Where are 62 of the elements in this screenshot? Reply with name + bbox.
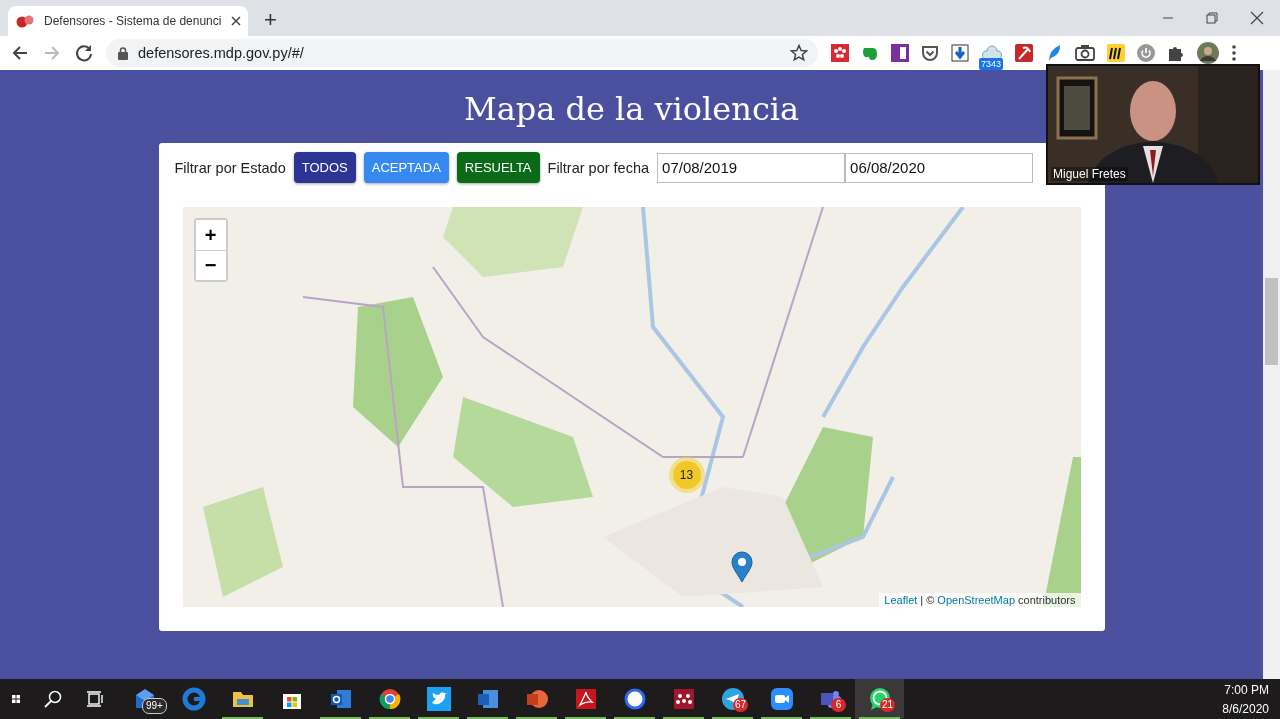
notification-badge: 67 <box>733 698 748 712</box>
attribution-text: | © <box>920 594 935 606</box>
camera-icon[interactable] <box>1075 44 1095 62</box>
filter-button[interactable]: TODOS <box>293 152 356 183</box>
close-icon[interactable] <box>1250 11 1264 25</box>
page-heading: Mapa de la violencia <box>462 90 801 130</box>
people-icon[interactable] <box>831 44 849 62</box>
map-pin-icon[interactable] <box>730 551 753 583</box>
more-icon[interactable] <box>1231 44 1237 62</box>
openstreetmap-link[interactable]: OpenStreetMap <box>937 594 1015 606</box>
notification-badge: 6 <box>831 698 846 712</box>
date-field[interactable]: 06/08/2020 <box>845 152 1034 183</box>
pocket-icon[interactable] <box>921 44 939 62</box>
address-bar[interactable]: defensores.mdp.gov.py/#/ <box>106 39 818 67</box>
participant-name: Miguel Fretes <box>1051 167 1128 181</box>
star-icon[interactable] <box>790 44 808 62</box>
video-camera-icon <box>769 687 794 711</box>
search-icon[interactable] <box>44 690 62 708</box>
date-field[interactable]: 07/08/2019 <box>657 152 846 183</box>
cloud-icon[interactable] <box>981 45 1003 61</box>
browser-icon <box>377 687 402 711</box>
reload-icon[interactable] <box>74 43 94 63</box>
taskbar-button[interactable]: 99+ <box>120 679 169 719</box>
extension-badge: 7343 <box>979 58 1004 70</box>
close-icon[interactable] <box>231 16 242 26</box>
start-icon[interactable] <box>12 695 20 703</box>
notification-badge: 99+ <box>142 698 167 714</box>
taskbar-button[interactable]: 6 <box>806 679 855 719</box>
favicon-icon <box>16 14 34 28</box>
filter-label: Filtrar por fecha <box>547 159 650 176</box>
avatar-icon[interactable] <box>1197 42 1219 64</box>
notebook-icon[interactable] <box>891 44 909 62</box>
filter-button[interactable]: ACEPTADA <box>363 152 449 183</box>
document-icon <box>475 687 500 711</box>
mail-app-icon <box>328 687 353 711</box>
browser-tab[interactable]: Defensores - Sistema de denunci <box>8 6 248 36</box>
task-view-icon[interactable] <box>86 690 104 708</box>
attribution-text: contributors <box>1018 594 1076 606</box>
filter-button[interactable]: RESUELTA <box>456 152 540 183</box>
new-tab-button[interactable]: + <box>258 6 283 34</box>
scrollbar[interactable] <box>1263 70 1280 679</box>
filter-label: Filtrar por Estado <box>174 159 286 176</box>
power-icon[interactable] <box>1137 44 1155 62</box>
notification-badge: 21 <box>880 698 895 712</box>
pdf-icon <box>573 687 598 711</box>
clock-date[interactable]: 8/6/2020 <box>1222 701 1269 716</box>
lock-icon <box>118 46 128 60</box>
browser-icon <box>181 687 206 711</box>
chat-icon <box>622 687 647 711</box>
taskbar-button[interactable]: 67 <box>708 679 757 719</box>
leaflet-link[interactable]: Leaflet <box>884 594 918 606</box>
taskbar-button[interactable]: 21 <box>855 679 904 719</box>
zoom-out-button[interactable]: − <box>195 250 226 280</box>
clock-time[interactable]: 7:00 PM <box>1224 682 1269 697</box>
bird-icon <box>426 687 451 711</box>
stripes-icon[interactable] <box>1107 44 1125 62</box>
presentation-icon <box>524 687 549 711</box>
restore-icon[interactable] <box>1206 12 1218 24</box>
download-icon[interactable] <box>951 44 969 62</box>
pickaxe-icon[interactable] <box>1015 44 1033 62</box>
people-icon <box>671 687 696 711</box>
puzzle-icon[interactable] <box>1167 44 1185 62</box>
